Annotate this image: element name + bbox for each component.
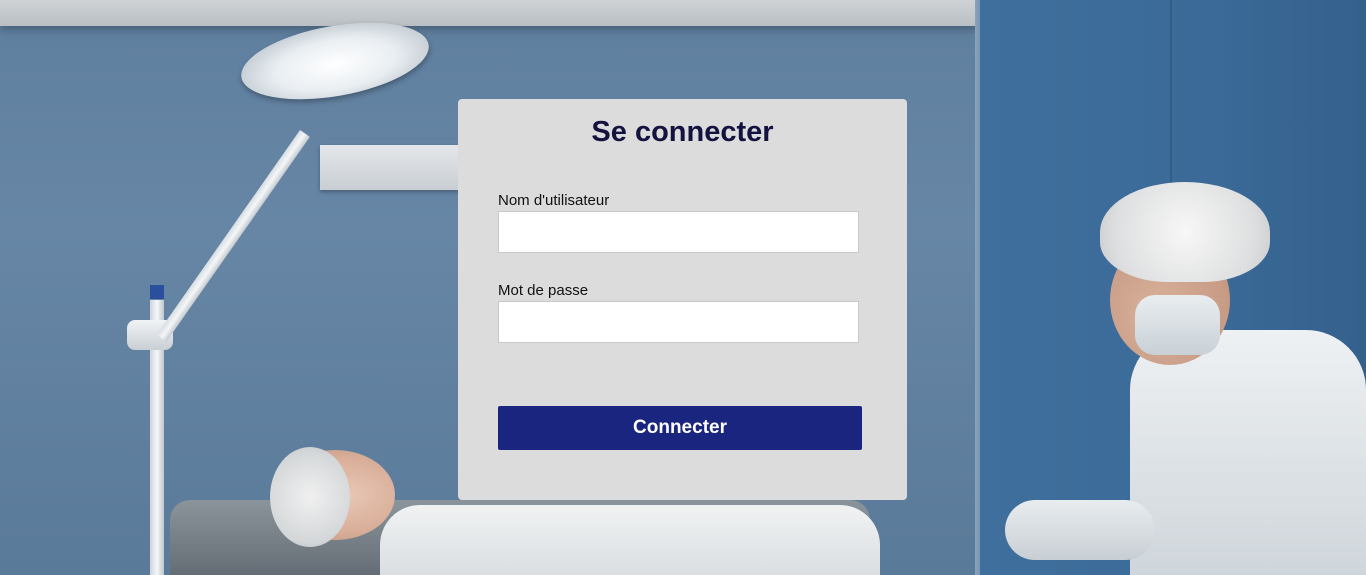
nurse-gown	[1130, 330, 1366, 575]
login-title: Se connecter	[591, 116, 774, 148]
username-input[interactable]	[498, 211, 859, 253]
surgical-lamp-arm	[156, 130, 310, 342]
patient-sheet	[380, 505, 880, 575]
nurse-mask	[1135, 295, 1220, 355]
password-label: Mot de passe	[498, 282, 589, 299]
login-form: Se connecter Nom d'utilisateur Mot de pa…	[458, 99, 907, 500]
username-label: Nom d'utilisateur	[498, 192, 610, 209]
background-wall-rail	[320, 145, 460, 190]
background-ceiling	[0, 0, 1000, 26]
nurse-cap	[1100, 182, 1270, 282]
nurse-hands	[1005, 500, 1155, 560]
connect-button[interactable]: Connecter	[498, 406, 862, 450]
password-input[interactable]	[498, 301, 859, 343]
login-page: Se connecter Nom d'utilisateur Mot de pa…	[0, 0, 1366, 575]
patient-cap	[270, 447, 350, 547]
surgical-lamp-band	[150, 285, 164, 299]
